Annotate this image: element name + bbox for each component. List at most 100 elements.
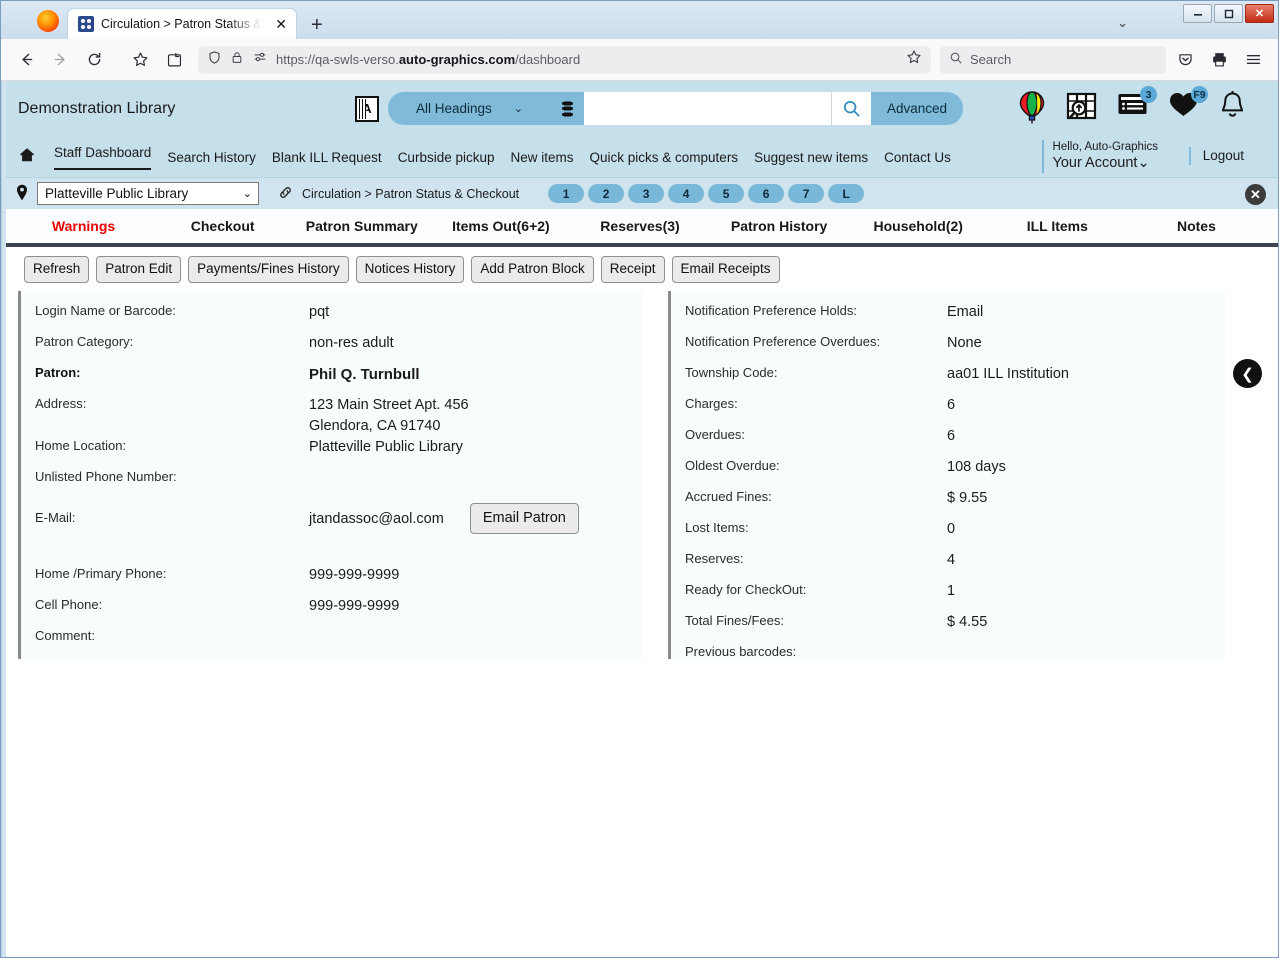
notifications-bell-icon[interactable] — [1219, 90, 1246, 126]
app-nav: Staff Dashboard Search History Blank ILL… — [2, 137, 1278, 177]
field-value: pqt — [309, 303, 330, 320]
favorites-heart-icon[interactable]: F9 — [1168, 86, 1208, 123]
new-tab-button[interactable]: + — [311, 15, 323, 35]
tab-notes[interactable]: Notes — [1127, 218, 1266, 234]
field-label: Patron Category: — [35, 333, 134, 349]
logout-container[interactable]: Logout — [1188, 147, 1244, 165]
session-pill-7[interactable]: 7 — [788, 184, 825, 203]
marc-icon-letter: A — [362, 101, 372, 116]
balloon-icon[interactable] — [1018, 91, 1046, 129]
list-all-tabs-chevron-down-icon[interactable]: ⌄ — [1117, 15, 1128, 31]
map-search-icon[interactable] — [1066, 91, 1097, 129]
field-value: 0 — [947, 520, 956, 537]
logout-link[interactable]: Logout — [1203, 148, 1244, 163]
collapse-panel-left-arrow-icon[interactable]: ❮ — [1233, 359, 1262, 388]
browser-search-bar[interactable]: Search — [940, 45, 1166, 74]
patron-info-panel: Login Name or Barcode: pqt Patron Catego… — [18, 290, 642, 659]
database-selector-button[interactable] — [551, 92, 584, 125]
session-pill-6[interactable]: 6 — [748, 184, 785, 203]
shield-icon[interactable] — [207, 50, 222, 70]
receipt-button[interactable]: Receipt — [600, 256, 665, 283]
tab-items-out[interactable]: Items Out(6+2) — [431, 218, 570, 234]
location-dropdown[interactable]: Platteville Public Library ⌄ — [37, 182, 259, 205]
field-charges: Charges: 6 — [671, 395, 1225, 426]
back-arrow-icon[interactable] — [11, 45, 41, 75]
tab-patron-history[interactable]: Patron History — [710, 218, 849, 234]
field-label: Oldest Overdue: — [685, 457, 780, 473]
catalog-search-input[interactable] — [584, 92, 831, 125]
tab-patron-summary[interactable]: Patron Summary — [292, 218, 431, 234]
browser-tab[interactable]: Circulation > Patron Status & C ✕ — [67, 8, 297, 39]
field-value: $ 9.55 — [947, 489, 988, 506]
minimize-button[interactable] — [1183, 4, 1212, 23]
your-account-label: Your Account⌄ — [1052, 155, 1150, 172]
print-icon[interactable] — [1204, 45, 1234, 75]
payments-fines-history-button[interactable]: Payments/Fines History — [188, 256, 349, 283]
field-notification-holds: Notification Preference Holds: Email — [671, 302, 1225, 333]
tab-close-icon[interactable]: ✕ — [272, 15, 290, 33]
session-pill-group: 1 2 3 4 5 6 7 L — [548, 184, 865, 203]
context-bar: Platteville Public Library ⌄ Circulation… — [2, 177, 1278, 209]
maximize-button[interactable] — [1214, 4, 1243, 23]
marc-record-icon[interactable]: A — [355, 95, 379, 122]
tab-reserves[interactable]: Reserves(3) — [570, 218, 709, 234]
tab-warnings[interactable]: Warnings — [14, 218, 153, 234]
field-label: Cell Phone: — [35, 596, 103, 612]
browser-window: Circulation > Patron Status & C ✕ + ⌄ ✕ — [0, 0, 1279, 958]
nav-link-quick-picks-computers[interactable]: Quick picks & computers — [590, 150, 739, 165]
tracking-protection-settings-icon[interactable] — [252, 50, 268, 69]
refresh-button[interactable]: Refresh — [24, 256, 90, 283]
app-menu-hamburger-icon[interactable] — [1238, 45, 1268, 75]
email-patron-button[interactable]: Email Patron — [469, 502, 579, 534]
tab-checkout[interactable]: Checkout — [153, 218, 292, 234]
viewport-left-edge — [2, 81, 6, 957]
headings-dropdown[interactable]: All Headings ⌄ — [388, 92, 551, 125]
add-patron-block-button[interactable]: Add Patron Block — [471, 256, 594, 283]
session-pill-l[interactable]: L — [828, 184, 865, 203]
nav-link-suggest-new-items[interactable]: Suggest new items — [754, 150, 868, 165]
session-pill-5[interactable]: 5 — [708, 184, 745, 203]
pocket-save-icon[interactable] — [1170, 45, 1200, 75]
nav-link-contact-us[interactable]: Contact Us — [884, 150, 951, 165]
close-window-button[interactable]: ✕ — [1245, 4, 1274, 23]
nav-link-staff-dashboard[interactable]: Staff Dashboard — [54, 145, 151, 170]
notices-history-button[interactable]: Notices History — [355, 256, 465, 283]
field-total-fines-fees: Total Fines/Fees: $ 4.55 — [671, 612, 1225, 643]
field-label: Login Name or Barcode: — [35, 302, 176, 318]
email-receipts-button[interactable]: Email Receipts — [671, 256, 780, 283]
session-pill-4[interactable]: 4 — [668, 184, 705, 203]
greeting-text: Hello, Auto-Graphics — [1052, 141, 1158, 153]
reload-icon[interactable] — [79, 45, 109, 75]
field-label: Previous barcodes: — [685, 643, 797, 659]
bookmark-star-icon[interactable] — [125, 45, 155, 75]
catalog-search-button[interactable] — [831, 92, 871, 125]
field-comment: Comment: — [21, 627, 642, 658]
field-cell-phone: Cell Phone: 999-999-9999 — [21, 596, 642, 627]
account-menu[interactable]: Hello, Auto-Graphics Your Account⌄ — [1041, 140, 1158, 173]
field-value: $ 4.55 — [947, 613, 988, 630]
field-value: 123 Main Street Apt. 456 Glendora, CA 91… — [309, 396, 469, 434]
email-value-row: jtandassoc@aol.com Email Patron — [309, 502, 579, 534]
breadcrumb: Circulation > Patron Status & Checkout — [302, 186, 520, 201]
nav-link-blank-ill-request[interactable]: Blank ILL Request — [272, 150, 382, 165]
tab-ill-items[interactable]: ILL Items — [988, 218, 1127, 234]
url-bar[interactable]: https://qa-swls-verso.auto-graphics.com/… — [198, 45, 931, 74]
nav-link-new-items[interactable]: New items — [511, 150, 574, 165]
add-bookmark-star-icon[interactable] — [906, 49, 922, 70]
field-value: jtandassoc@aol.com — [309, 510, 444, 527]
session-pill-2[interactable]: 2 — [588, 184, 625, 203]
tab-household[interactable]: Household(2) — [849, 218, 988, 234]
lists-icon[interactable]: 3 — [1117, 86, 1157, 122]
header-icon-group: 3 F9 — [1018, 86, 1246, 129]
nav-link-curbside-pickup[interactable]: Curbside pickup — [398, 150, 495, 165]
patron-edit-button[interactable]: Patron Edit — [96, 256, 182, 283]
home-icon[interactable] — [18, 146, 36, 168]
session-pill-3[interactable]: 3 — [628, 184, 665, 203]
close-session-icon[interactable]: ✕ — [1245, 184, 1266, 205]
advanced-search-button[interactable]: Advanced — [871, 92, 964, 125]
field-home-phone: Home /Primary Phone: 999-999-9999 — [21, 565, 642, 596]
lock-icon[interactable] — [230, 50, 244, 70]
nav-link-search-history[interactable]: Search History — [167, 150, 256, 165]
save-to-pocket-icon[interactable] — [159, 45, 189, 75]
session-pill-1[interactable]: 1 — [548, 184, 585, 203]
